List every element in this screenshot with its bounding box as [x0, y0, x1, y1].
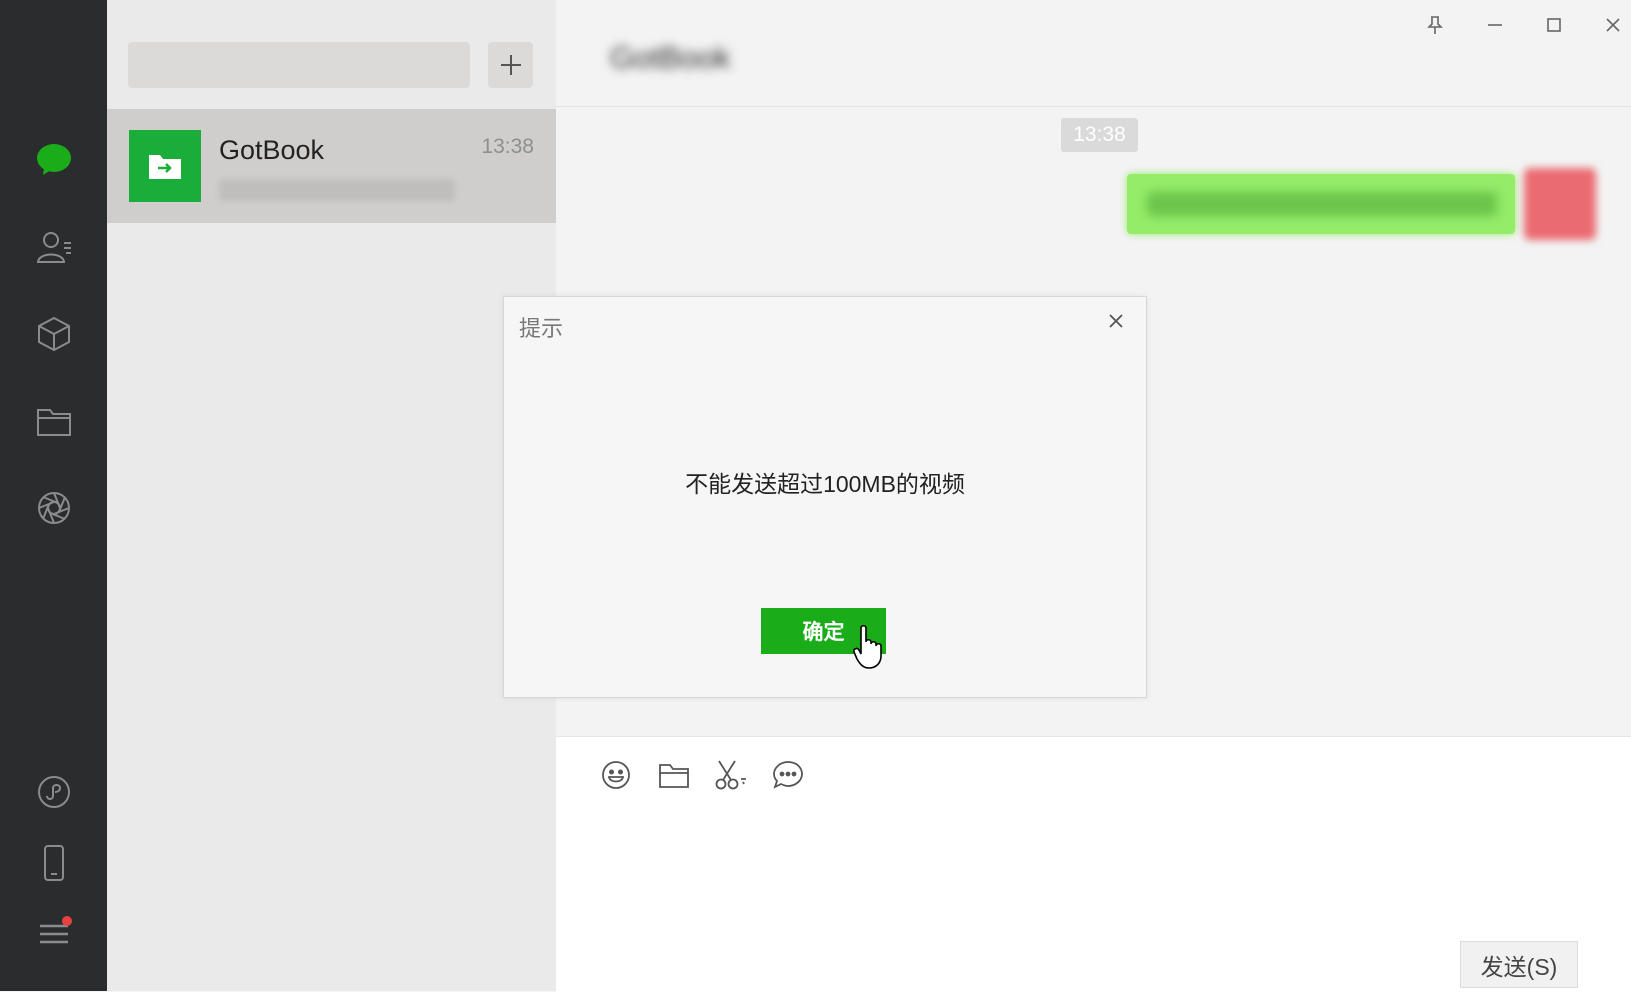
minimize-icon[interactable] [1478, 8, 1512, 42]
dialog-title: 提示 [519, 316, 564, 341]
file-transfer-icon [149, 155, 181, 179]
chat-icon[interactable] [33, 138, 75, 180]
search-input[interactable] [128, 42, 470, 88]
plus-icon [500, 55, 521, 75]
chat-title: GotBook [610, 40, 731, 75]
avatar[interactable] [1524, 168, 1596, 240]
maximize-icon[interactable] [1537, 8, 1571, 42]
dialog-close-button[interactable] [1102, 307, 1130, 335]
conversation-name: GotBook [219, 135, 325, 165]
dialog-message: 不能发送超过100MB的视频 [685, 471, 965, 497]
phone-icon[interactable] [33, 842, 75, 884]
file-transfer-avatar [129, 130, 201, 202]
chat-header: GotBook [556, 0, 1631, 107]
hand-cursor-icon [853, 624, 882, 669]
add-button[interactable] [488, 42, 533, 88]
emoji-icon[interactable] [596, 755, 636, 795]
contacts-icon[interactable] [33, 226, 75, 268]
pin-icon[interactable] [1418, 8, 1452, 42]
scissors-icon[interactable] [711, 755, 751, 795]
folder-icon[interactable] [654, 755, 694, 795]
collections-icon[interactable] [33, 313, 75, 355]
send-button[interactable]: 发送(S) [1460, 941, 1578, 988]
conversation-preview-blurred [219, 179, 455, 201]
time-separator: 13:38 [1061, 118, 1138, 152]
mini-program-icon[interactable] [33, 771, 75, 813]
message-text-blurred [1147, 192, 1497, 216]
nav-sidebar [0, 0, 107, 991]
alert-dialog: 提示 不能发送超过100MB的视频 确定 [503, 296, 1147, 698]
menu-icon[interactable] [33, 913, 75, 955]
moments-icon[interactable] [33, 487, 75, 529]
message-bubble-blurred[interactable] [1127, 174, 1515, 234]
message-input-area[interactable]: 发送(S) [556, 736, 1631, 992]
close-icon[interactable] [1596, 8, 1630, 42]
files-icon[interactable] [33, 400, 75, 442]
conversation-time: 13:38 [481, 135, 534, 158]
close-icon [1109, 314, 1123, 328]
chat-bubble-icon[interactable] [768, 755, 808, 795]
conversation-item[interactable]: GotBook 13:38 [107, 109, 556, 223]
